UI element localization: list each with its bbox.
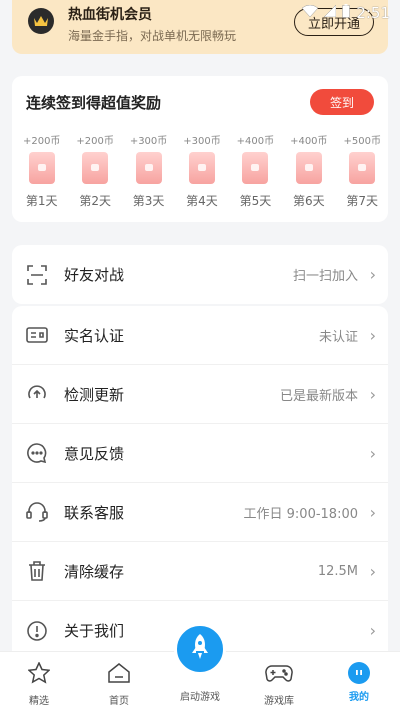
gamepad-icon: [265, 662, 293, 688]
nav-home[interactable]: 首页: [89, 662, 149, 707]
red-packet-icon: [135, 152, 162, 184]
nav-library[interactable]: 游戏库: [249, 662, 309, 707]
launch-game-button[interactable]: [174, 623, 226, 675]
chevron-right-icon: ›: [369, 443, 376, 463]
menu-realname[interactable]: 实名认证 未认证 ›: [12, 306, 388, 365]
signin-day: +500币第7天: [337, 132, 388, 209]
chevron-right-icon: ›: [369, 265, 376, 284]
wifi-icon: [301, 4, 319, 21]
red-packet-icon: [242, 152, 269, 184]
menu-update[interactable]: 检测更新 已是最新版本 ›: [12, 365, 388, 424]
day-coins: +200币: [76, 136, 114, 147]
chevron-right-icon: ›: [369, 384, 376, 404]
signin-day: +300币第4天: [176, 132, 227, 209]
chevron-right-icon: ›: [369, 621, 376, 640]
day-coins: +300币: [183, 136, 221, 147]
day-label: 第3天: [132, 194, 165, 208]
menu-label: 好友对战: [64, 266, 125, 284]
red-packet-icon: [349, 152, 376, 184]
signin-days: +200币第1天 +200币第2天 +300币第3天 +300币第4天 +400…: [12, 132, 388, 209]
day-label: 第2天: [79, 194, 111, 208]
day-label: 第6天: [293, 194, 325, 208]
red-packet-icon: [295, 152, 322, 184]
vip-subtitle: 海量金手指，对战单机无限畅玩: [68, 29, 237, 43]
scan-icon: [26, 264, 48, 286]
menu-value: 未认证: [318, 329, 358, 345]
nav-label: 游戏库: [264, 696, 294, 707]
profile-icon: [348, 662, 370, 684]
day-coins: +200币: [22, 136, 61, 147]
signin-button[interactable]: 签到: [310, 89, 374, 115]
chevron-right-icon: ›: [369, 325, 376, 345]
id-card-icon: [26, 324, 48, 346]
status-bar: 2:51: [301, 4, 390, 22]
chevron-right-icon: ›: [369, 561, 376, 581]
nav-featured[interactable]: 精选: [9, 661, 69, 707]
red-packet-icon: [82, 152, 109, 184]
menu-value: 工作日 9:00-18:00: [243, 506, 358, 522]
update-icon: [26, 383, 48, 405]
day-coins: +300币: [129, 136, 168, 147]
signin-title: 连续签到得超值奖励: [26, 94, 162, 112]
signin-card: 连续签到得超值奖励 签到 +200币第1天 +200币第2天 +300币第3天 …: [12, 76, 388, 222]
friend-battle-card: 好友对战 扫一扫加入 ›: [12, 245, 388, 304]
home-icon: [107, 662, 131, 688]
menu-label: 联系客服: [64, 503, 125, 522]
menu-label: 检测更新: [64, 385, 125, 404]
signin-day: +400币第5天: [230, 132, 281, 209]
menu-feedback[interactable]: 意见反馈 ›: [12, 424, 388, 483]
day-label: 第7天: [346, 194, 379, 208]
signin-day: +200币第2天: [69, 132, 120, 209]
battery-icon: [342, 4, 351, 22]
red-packet-icon: [28, 152, 55, 184]
chevron-right-icon: ›: [369, 502, 376, 522]
rocket-icon: [189, 633, 211, 665]
day-label: 第4天: [186, 194, 218, 208]
menu-label: 意见反馈: [64, 444, 125, 463]
headset-icon: [26, 501, 48, 523]
launch-game-label: 启动游戏: [180, 692, 220, 703]
menu-service[interactable]: 联系客服 工作日 9:00-18:00 ›: [12, 483, 388, 542]
menu-value: 已是最新版本: [279, 388, 358, 404]
nav-mine[interactable]: 我的: [329, 662, 389, 703]
info-icon: [26, 620, 48, 642]
nav-label: 我的: [349, 692, 369, 703]
day-coins: +500币: [343, 136, 381, 147]
star-icon: [27, 661, 51, 688]
menu-cache[interactable]: 清除缓存 12.5M ›: [12, 542, 388, 601]
menu-value: 扫一扫加入: [292, 269, 358, 284]
menu-friend-battle[interactable]: 好友对战 扫一扫加入 ›: [12, 245, 388, 304]
trash-icon: [26, 560, 48, 582]
menu-label: 清除缓存: [64, 562, 125, 581]
feedback-icon: [26, 442, 48, 464]
day-coins: +400币: [290, 136, 328, 147]
settings-list: 实名认证 未认证 › 检测更新 已是最新版本 › 意见反馈 › 联系客服 工作日…: [12, 306, 388, 656]
signin-day: +300币第3天: [123, 132, 174, 209]
menu-label: 关于我们: [64, 622, 125, 640]
nav-label: 精选: [29, 696, 49, 707]
menu-value: 12.5M: [317, 563, 358, 579]
crown-icon: [28, 8, 54, 34]
signin-day: +200币第1天: [16, 132, 67, 209]
vip-title: 热血街机会员: [68, 7, 152, 23]
signal-icon: [323, 4, 337, 21]
day-coins: +400币: [236, 136, 275, 147]
nav-label: 首页: [109, 696, 129, 707]
day-label: 第5天: [239, 194, 272, 208]
status-time: 2:51: [356, 4, 390, 22]
menu-label: 实名认证: [64, 326, 125, 345]
red-packet-icon: [188, 152, 215, 184]
signin-day: +400币第6天: [283, 132, 334, 209]
day-label: 第1天: [25, 194, 58, 208]
